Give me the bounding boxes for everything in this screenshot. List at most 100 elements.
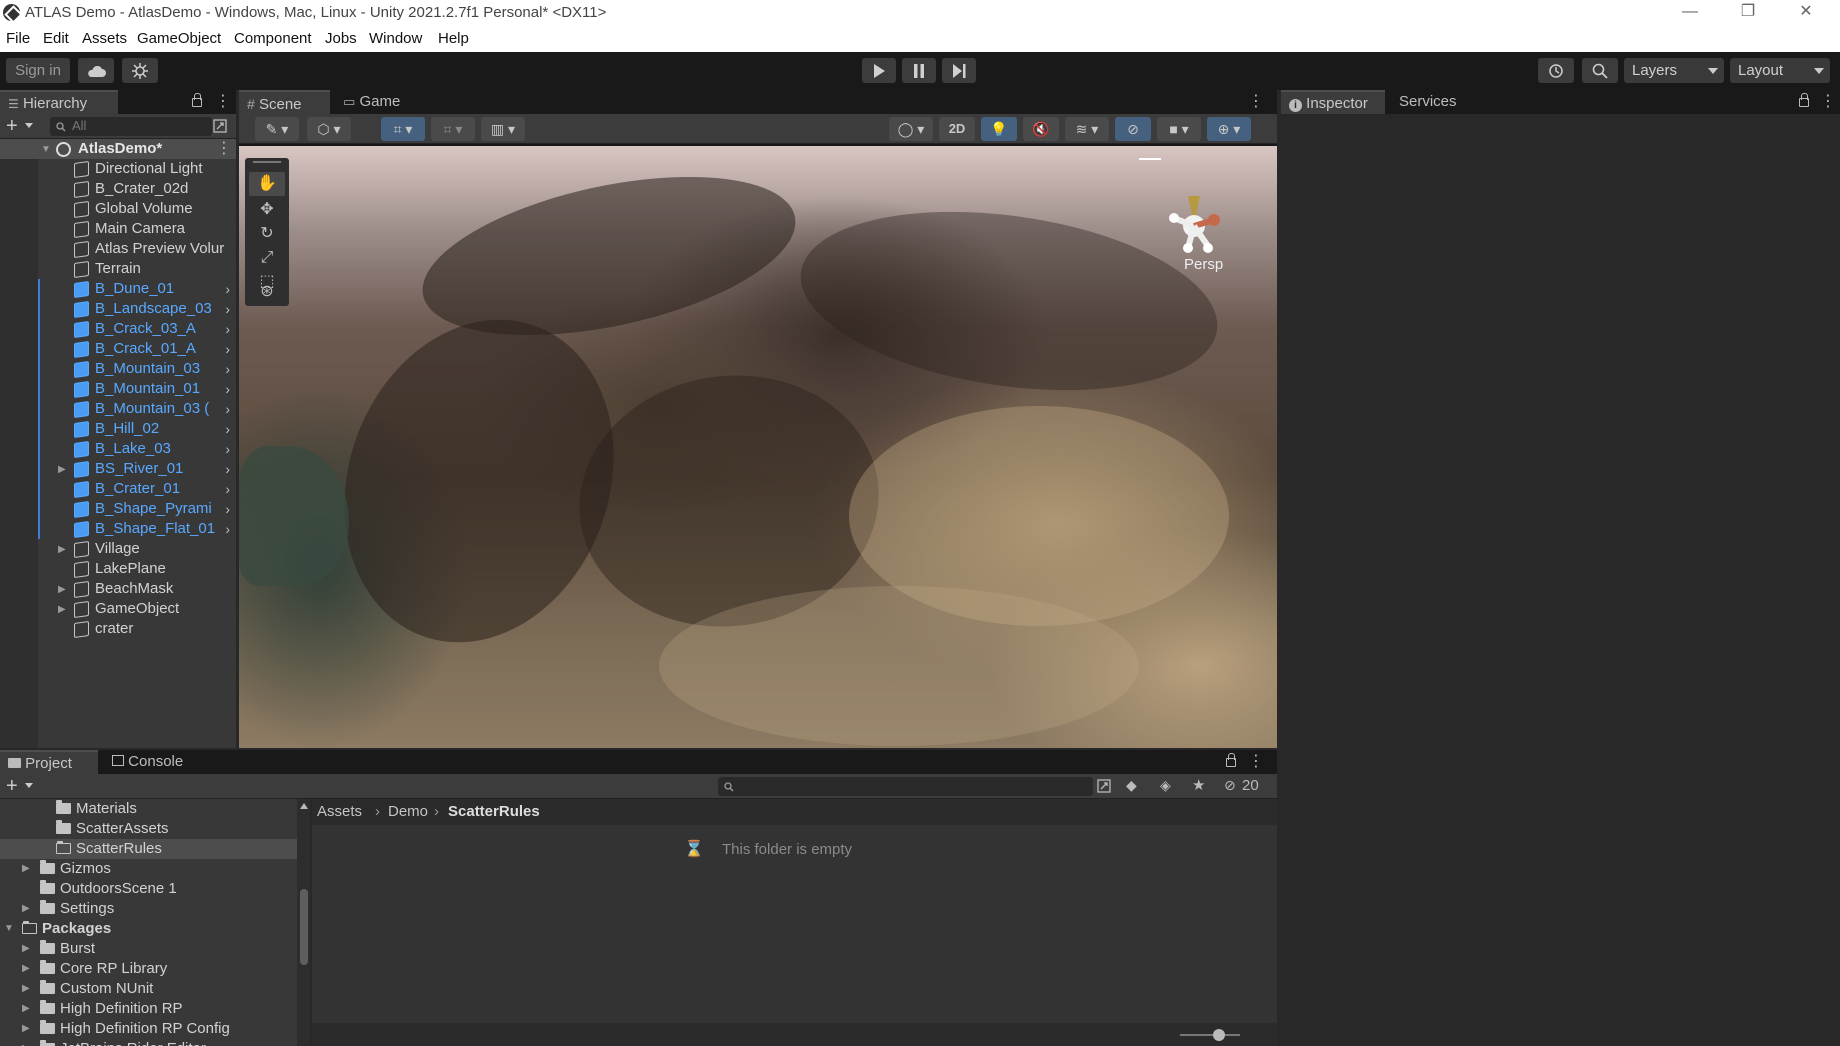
- chevron-right-icon[interactable]: ›: [225, 319, 230, 339]
- breadcrumb-assets[interactable]: Assets: [317, 803, 362, 820]
- gizmos-button[interactable]: ⊕ ▾: [1207, 117, 1251, 141]
- fold-closed-icon[interactable]: ▶: [58, 580, 66, 599]
- fold-closed-icon[interactable]: ▶: [22, 899, 30, 919]
- hierarchy-item[interactable]: B_Crater_02d: [0, 179, 236, 199]
- folder-tree-item[interactable]: ▶ Custom NUnit: [0, 979, 298, 999]
- chevron-right-icon[interactable]: ›: [225, 279, 230, 299]
- camera-projection-label[interactable]: Persp: [1184, 256, 1223, 273]
- layers-dropdown[interactable]: Layers: [1624, 58, 1724, 83]
- chevron-right-icon[interactable]: ›: [225, 379, 230, 399]
- tab-console[interactable]: Console: [104, 750, 202, 774]
- hierarchy-item[interactable]: B_Crack_01_A ›: [0, 339, 236, 359]
- restore-button[interactable]: ❐: [1725, 0, 1771, 26]
- menu-help[interactable]: Help: [438, 30, 469, 47]
- eye-slash-icon[interactable]: ⊘: [1224, 777, 1236, 794]
- hierarchy-item[interactable]: B_Landscape_03 ›: [0, 299, 236, 319]
- breadcrumb-scatterrules[interactable]: ScatterRules: [448, 803, 540, 820]
- scene-viewport[interactable]: ✋ ✥ ↻ ⤢ ⬚ ⊛ Persp: [239, 146, 1277, 748]
- hierarchy-item[interactable]: B_Shape_Pyrami ›: [0, 499, 236, 519]
- close-button[interactable]: ✕: [1783, 0, 1829, 26]
- folder-tree-item[interactable]: ScatterAssets: [0, 819, 298, 839]
- chevron-right-icon[interactable]: ›: [225, 459, 230, 479]
- kebab-menu-icon[interactable]: [1248, 751, 1264, 771]
- shading-button[interactable]: ◯ ▾: [889, 117, 933, 141]
- scroll-up-icon[interactable]: [300, 803, 308, 809]
- chevron-right-icon[interactable]: ›: [225, 299, 230, 319]
- move-tool-button[interactable]: ✥: [249, 198, 285, 222]
- menu-jobs[interactable]: Jobs: [325, 30, 357, 47]
- hierarchy-item[interactable]: B_Mountain_01 ›: [0, 379, 236, 399]
- chevron-right-icon[interactable]: ›: [225, 359, 230, 379]
- chevron-right-icon[interactable]: ›: [225, 519, 230, 539]
- add-icon[interactable]: +: [6, 775, 18, 798]
- fold-closed-icon[interactable]: ▶: [22, 939, 30, 959]
- hierarchy-item[interactable]: B_Hill_02 ›: [0, 419, 236, 439]
- star-icon[interactable]: ★: [1192, 776, 1205, 794]
- hierarchy-item[interactable]: Directional Light: [0, 159, 236, 179]
- chevron-down-icon[interactable]: [25, 123, 33, 128]
- cloud-button[interactable]: [78, 58, 114, 83]
- hierarchy-item[interactable]: B_Crack_03_A ›: [0, 319, 236, 339]
- folder-tree-item[interactable]: ▶ High Definition RP: [0, 999, 298, 1019]
- pause-button[interactable]: [902, 58, 936, 83]
- chevron-right-icon[interactable]: ›: [225, 479, 230, 499]
- collab-button[interactable]: [122, 58, 158, 83]
- increment-snap-button[interactable]: ⌗ ▾: [431, 117, 475, 141]
- draw-mode-button[interactable]: ✎ ▾: [255, 117, 299, 141]
- rotate-tool-button[interactable]: ↻: [249, 222, 285, 246]
- tree-scrollbar[interactable]: [297, 799, 310, 1046]
- hierarchy-item[interactable]: ▶ GameObject: [0, 599, 236, 619]
- lock-icon[interactable]: [192, 93, 202, 107]
- folder-tree-item[interactable]: OutdoorsScene 1: [0, 879, 298, 899]
- hidden-objects-toggle[interactable]: ⊘: [1115, 117, 1151, 141]
- tab-game[interactable]: ▭ Game: [335, 90, 419, 114]
- folder-tree-item[interactable]: ▶ Burst: [0, 939, 298, 959]
- hierarchy-item[interactable]: B_Mountain_03 ›: [0, 359, 236, 379]
- fold-closed-icon[interactable]: ▶: [22, 859, 30, 879]
- layout-dropdown[interactable]: Layout: [1730, 58, 1830, 83]
- folder-tree-item[interactable]: ▼ Packages: [0, 919, 298, 939]
- camera-settings-button[interactable]: ■ ▾: [1157, 117, 1201, 141]
- scene-root-row[interactable]: ▼ AtlasDemo*: [0, 139, 236, 159]
- folder-tree-item[interactable]: ▶ High Definition RP Config: [0, 1019, 298, 1039]
- project-search-input[interactable]: [718, 777, 1093, 796]
- chevron-right-icon[interactable]: ›: [225, 339, 230, 359]
- chevron-right-icon[interactable]: ›: [225, 419, 230, 439]
- menu-file[interactable]: File: [6, 30, 30, 47]
- minimize-button[interactable]: —: [1667, 0, 1713, 26]
- render-mode-button[interactable]: ⬡ ▾: [307, 117, 351, 141]
- add-icon[interactable]: +: [6, 115, 18, 138]
- tab-scene[interactable]: # Scene: [239, 90, 330, 114]
- fold-open-icon[interactable]: ▼: [4, 919, 14, 939]
- mode-2d-button[interactable]: 2D: [939, 117, 975, 141]
- folder-tree-item[interactable]: ▶ Core RP Library: [0, 959, 298, 979]
- hierarchy-item[interactable]: B_Crater_01 ›: [0, 479, 236, 499]
- menu-edit[interactable]: Edit: [43, 30, 69, 47]
- scene-visibility-icon[interactable]: [213, 119, 227, 133]
- menu-gameobject[interactable]: GameObject: [137, 30, 221, 47]
- menu-component[interactable]: Component: [234, 30, 312, 47]
- label-tag-icon[interactable]: ◈: [1160, 777, 1171, 794]
- fold-closed-icon[interactable]: ▶: [58, 460, 66, 479]
- sign-in-button[interactable]: Sign in: [6, 58, 70, 83]
- hierarchy-item[interactable]: B_Mountain_03 (›: [0, 399, 236, 419]
- lighting-toggle[interactable]: 💡: [981, 117, 1017, 141]
- history-button[interactable]: [1538, 58, 1574, 83]
- chevron-down-icon[interactable]: [25, 783, 33, 788]
- fold-closed-icon[interactable]: ▶: [58, 540, 66, 559]
- search-button[interactable]: [1582, 58, 1618, 83]
- fold-closed-icon[interactable]: ▶: [22, 1019, 30, 1039]
- transform-tool-button[interactable]: ⊛: [249, 282, 285, 302]
- folder-tree-item[interactable]: Materials: [0, 799, 298, 819]
- fold-closed-icon[interactable]: ▶: [22, 999, 30, 1019]
- fold-closed-icon[interactable]: ▶: [58, 600, 66, 619]
- filter-type-icon[interactable]: ◆: [1126, 777, 1137, 794]
- hierarchy-item[interactable]: B_Lake_03 ›: [0, 439, 236, 459]
- scale-tool-button[interactable]: ⤢: [249, 246, 285, 270]
- chevron-right-icon[interactable]: ›: [225, 499, 230, 519]
- hierarchy-item[interactable]: LakePlane: [0, 559, 236, 579]
- zoom-slider-track[interactable]: [1180, 1034, 1240, 1036]
- fold-closed-icon[interactable]: ▶: [22, 959, 30, 979]
- hierarchy-item[interactable]: ▶ BeachMask: [0, 579, 236, 599]
- lock-icon[interactable]: [1226, 753, 1236, 767]
